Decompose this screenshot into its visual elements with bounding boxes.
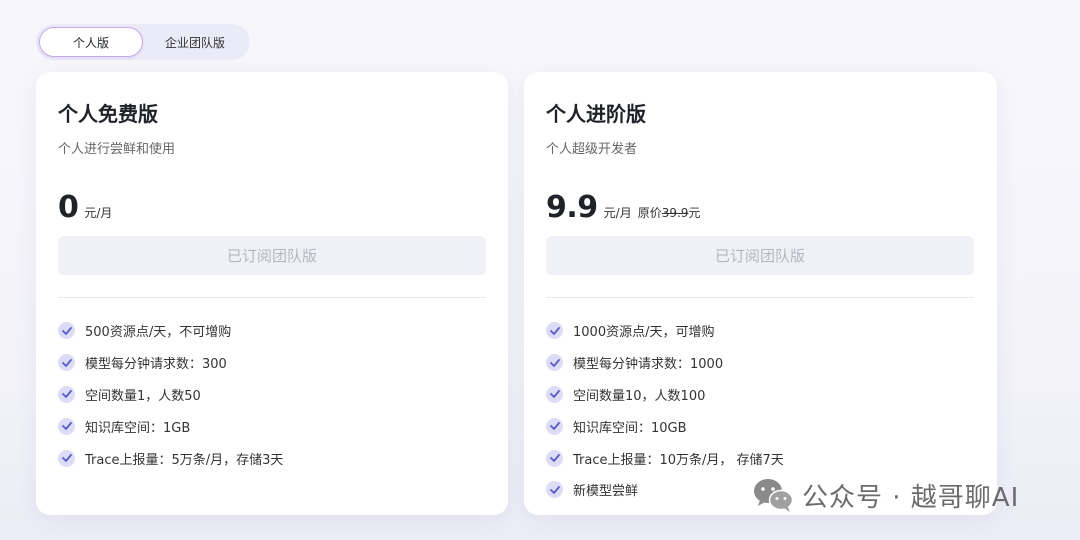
divider	[546, 297, 974, 298]
check-icon	[58, 322, 75, 340]
feature-item: 空间数量1，人数50	[58, 379, 283, 411]
feature-text: 空间数量1，人数50	[85, 388, 201, 404]
feature-item: 模型每分钟请求数：1000	[546, 347, 784, 379]
feature-text: 1000资源点/天，可增购	[573, 325, 715, 341]
plan-card-advanced: 个人进阶版 个人超级开发者 9.9 元/月 原价 39.9 元 已订阅团队版 100…	[524, 72, 997, 515]
feature-text: 新模型尝鲜	[573, 484, 639, 500]
tab-enterprise[interactable]: 企业团队版	[143, 27, 247, 57]
original-price-label: 原价	[637, 206, 662, 220]
feature-text: 模型每分钟请求数：1000	[573, 357, 724, 373]
subscribe-button[interactable]: 已订阅团队版	[58, 236, 486, 275]
original-price-suffix: 元	[688, 206, 701, 220]
plan-card-free: 个人免费版 个人进行尝鲜和使用 0 元/月 已订阅团队版 500资源点/天，不可…	[36, 72, 508, 515]
tab-personal[interactable]: 个人版	[39, 27, 143, 57]
check-icon	[546, 449, 563, 467]
check-icon	[58, 417, 75, 435]
feature-item: 知识库空间：10GB	[546, 410, 784, 442]
feature-text: 空间数量10，人数100	[573, 388, 706, 404]
plan-subtitle: 个人超级开发者	[546, 142, 638, 157]
price-row: 0 元/月	[58, 190, 112, 225]
price-value: 0	[58, 190, 79, 225]
price-row: 9.9 元/月 原价 39.9 元	[546, 190, 700, 225]
price-unit: 元/月	[603, 206, 632, 220]
feature-text: Trace上报量：5万条/月，存储3天	[85, 452, 284, 468]
check-icon	[58, 449, 75, 467]
plan-tabs: 个人版 企业团队版	[36, 24, 250, 60]
check-icon	[546, 354, 563, 372]
plan-title: 个人进阶版	[546, 102, 646, 126]
plan-subtitle: 个人进行尝鲜和使用	[58, 142, 176, 157]
wechat-icon	[754, 479, 794, 512]
watermark-text: 公众号 · 越哥聊AI	[802, 482, 1020, 513]
feature-text: Trace上报量：10万条/月， 存储7天	[573, 452, 784, 468]
feature-text: 知识库空间：1GB	[85, 420, 191, 436]
feature-text: 500资源点/天，不可增购	[85, 325, 232, 341]
subscribe-button[interactable]: 已订阅团队版	[546, 236, 974, 275]
feature-item: Trace上报量：10万条/月， 存储7天	[546, 442, 784, 474]
check-icon	[546, 322, 563, 340]
feature-text: 知识库空间：10GB	[573, 420, 687, 436]
feature-item: Trace上报量：5万条/月，存储3天	[58, 442, 283, 474]
divider	[58, 297, 486, 298]
check-icon	[546, 417, 563, 435]
check-icon	[546, 385, 563, 403]
feature-item: 知识库空间：1GB	[58, 410, 283, 442]
feature-text: 模型每分钟请求数：300	[85, 357, 227, 373]
feature-item: 新模型尝鲜	[546, 474, 784, 506]
check-icon	[58, 354, 75, 372]
feature-item: 空间数量10，人数100	[546, 379, 784, 411]
feature-item: 模型每分钟请求数：300	[58, 347, 283, 379]
price-value: 9.9	[546, 190, 598, 225]
original-price: 39.9	[661, 206, 689, 220]
price-unit: 元/月	[84, 206, 113, 220]
check-icon	[58, 385, 75, 403]
watermark: 公众号 · 越哥聊AI	[752, 476, 1019, 514]
feature-list: 500资源点/天，不可增购 模型每分钟请求数：300 空间数量1，人数50 知识…	[58, 315, 283, 474]
check-icon	[546, 481, 563, 499]
feature-list: 1000资源点/天，可增购 模型每分钟请求数：1000 空间数量10，人数100…	[546, 315, 784, 506]
feature-item: 500资源点/天，不可增购	[58, 315, 283, 347]
feature-item: 1000资源点/天，可增购	[546, 315, 784, 347]
plan-title: 个人免费版	[58, 102, 158, 126]
